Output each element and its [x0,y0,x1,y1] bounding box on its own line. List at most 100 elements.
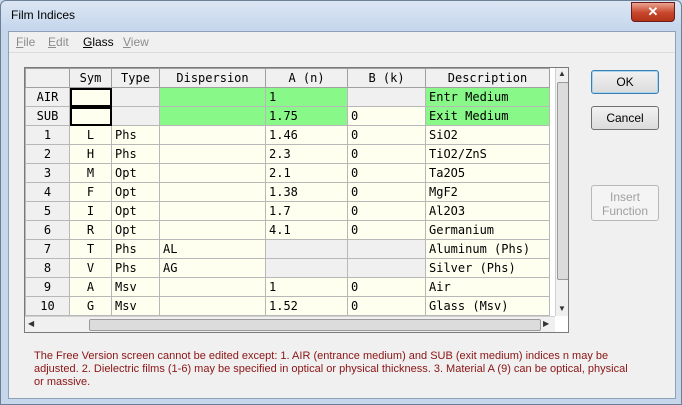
cell-description[interactable]: Aluminum (Phs) [425,239,550,259]
cell-dispersion[interactable] [159,182,266,202]
cell-a-n[interactable]: 1.52 [265,296,348,316]
cell-type[interactable]: Opt [111,201,160,221]
window-title: Film Indices [11,8,76,22]
cell-type[interactable] [111,87,160,107]
cell-type[interactable]: Opt [111,220,160,240]
cell-description[interactable]: Germanium [425,220,550,240]
horizontal-scrollbar[interactable]: ◀ ▶ [25,316,555,332]
cell-sym[interactable] [69,87,112,107]
free-version-note: The Free Version screen cannot be edited… [34,350,628,388]
cell-row-label: 3 [25,163,70,183]
ok-button[interactable]: OK [591,70,659,94]
cell-b-k[interactable]: 0 [347,277,426,297]
column-header-type: Type [111,68,160,88]
cell-sym[interactable]: R [69,220,112,240]
cell-type[interactable]: Phs [111,144,160,164]
cell-type[interactable] [111,106,160,126]
cell-description[interactable]: Al2O3 [425,201,550,221]
cell-b-k[interactable]: 0 [347,144,426,164]
cell-dispersion[interactable] [159,87,266,107]
cell-a-n[interactable]: 1.38 [265,182,348,202]
cell-b-k[interactable]: 0 [347,163,426,183]
menu-file[interactable]: File [16,35,35,49]
cell-dispersion[interactable] [159,144,266,164]
table-row: 2 H Phs 2.3 0 TiO2/ZnS [25,144,550,164]
cell-sym[interactable]: H [69,144,112,164]
cell-a-n[interactable]: 1.46 [265,125,348,145]
cell-dispersion[interactable] [159,201,266,221]
cell-b-k[interactable]: 0 [347,182,426,202]
cell-type[interactable]: Phs [111,258,160,278]
cell-a-n[interactable]: 1.75 [265,106,348,126]
cell-b-k[interactable]: 0 [347,296,426,316]
cell-type[interactable]: Phs [111,239,160,259]
cell-type[interactable]: Opt [111,182,160,202]
cell-sym[interactable]: I [69,201,112,221]
cell-sym[interactable]: F [69,182,112,202]
cell-dispersion[interactable]: AL [159,239,266,259]
film-indices-window: Film Indices ✕ File Edit Glass View Sym T… [0,0,682,405]
film-indices-grid: Sym Type Dispersion A (n) B (k) Description A… [24,67,569,333]
cell-b-k[interactable] [347,239,426,259]
cell-description[interactable]: Ta2O5 [425,163,550,183]
menu-edit[interactable]: Edit [48,35,69,49]
cancel-button[interactable]: Cancel [591,106,659,130]
cell-sym[interactable]: V [69,258,112,278]
table-header-row: Sym Type Dispersion A (n) B (k) Description [25,68,550,88]
cell-sym[interactable]: M [69,163,112,183]
cell-description[interactable]: Air [425,277,550,297]
cell-a-n[interactable]: 2.3 [265,144,348,164]
cell-b-k[interactable]: 0 [347,125,426,145]
close-button[interactable]: ✕ [631,2,675,22]
insert-function-button[interactable]: Insert Function [591,185,659,221]
cell-description[interactable]: Silver (Phs) [425,258,550,278]
cell-description[interactable]: SiO2 [425,125,550,145]
cell-dispersion[interactable] [159,220,266,240]
cell-dispersion[interactable]: AG [159,258,266,278]
cell-description[interactable]: MgF2 [425,182,550,202]
cell-dispersion[interactable] [159,125,266,145]
column-header-row [25,68,70,88]
cell-description[interactable]: TiO2/ZnS [425,144,550,164]
vertical-scroll-thumb[interactable] [557,82,568,280]
cell-sym[interactable]: T [69,239,112,259]
cell-type[interactable]: Opt [111,163,160,183]
scroll-right-icon[interactable]: ▶ [543,319,549,328]
cell-dispersion[interactable] [159,106,266,126]
cell-type[interactable]: Msv [111,277,160,297]
cell-sym[interactable]: G [69,296,112,316]
vertical-scrollbar[interactable]: ▲ ▼ [555,68,568,316]
horizontal-scroll-thumb[interactable] [89,319,541,331]
cell-type[interactable]: Phs [111,125,160,145]
scroll-up-icon[interactable]: ▲ [558,69,566,78]
cell-b-k[interactable]: 0 [347,106,426,126]
cell-row-label: 10 [25,296,70,316]
cell-b-k[interactable] [347,87,426,107]
cell-dispersion[interactable] [159,163,266,183]
cell-a-n[interactable]: 4.1 [265,220,348,240]
menu-glass[interactable]: Glass [83,35,114,49]
cell-a-n[interactable]: 1 [265,87,348,107]
title-bar[interactable]: Film Indices ✕ [1,1,681,31]
cell-dispersion[interactable] [159,296,266,316]
cell-b-k[interactable] [347,258,426,278]
menu-view[interactable]: View [123,35,149,49]
cell-description[interactable]: Glass (Msv) [425,296,550,316]
scroll-down-icon[interactable]: ▼ [558,304,566,313]
cell-sym[interactable]: L [69,125,112,145]
cell-a-n[interactable]: 2.1 [265,163,348,183]
cell-description[interactable]: Entr Medium [425,87,550,107]
cell-description[interactable]: Exit Medium [425,106,550,126]
cell-type[interactable]: Msv [111,296,160,316]
cell-b-k[interactable]: 0 [347,220,426,240]
cell-a-n[interactable]: 1.7 [265,201,348,221]
cell-row-label: 5 [25,201,70,221]
cell-dispersion[interactable] [159,277,266,297]
cell-a-n[interactable] [265,239,348,259]
cell-sym[interactable] [69,106,112,126]
cell-b-k[interactable]: 0 [347,201,426,221]
scroll-left-icon[interactable]: ◀ [28,319,34,328]
cell-a-n[interactable] [265,258,348,278]
cell-a-n[interactable]: 1 [265,277,348,297]
cell-sym[interactable]: A [69,277,112,297]
